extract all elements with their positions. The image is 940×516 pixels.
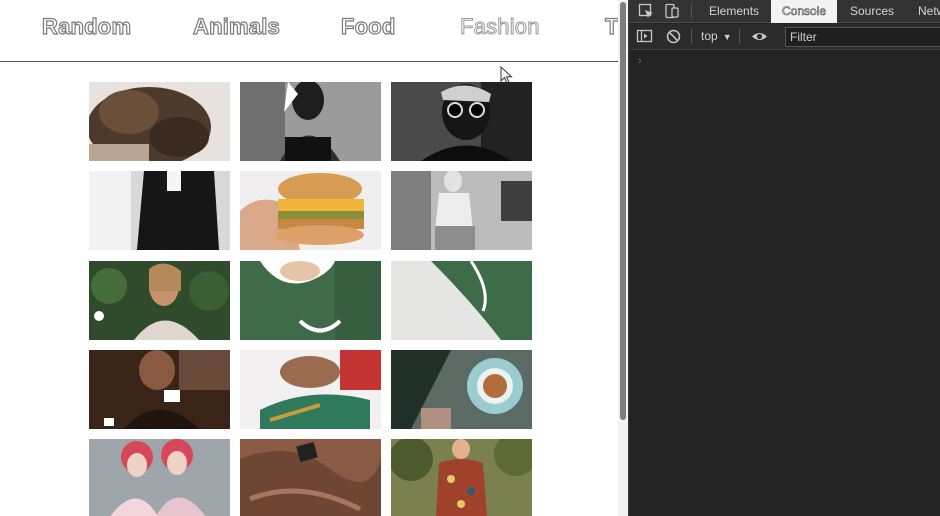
inspect-element-icon[interactable]: [638, 3, 655, 20]
console-sidebar-icon[interactable]: [636, 28, 653, 45]
devtools-tab-bar: Elements Console Sources Netw: [629, 0, 940, 23]
device-toolbar-icon[interactable]: [663, 3, 680, 20]
console-prompt-chevron-icon[interactable]: ›: [638, 55, 642, 67]
page-scrollbar[interactable]: [618, 0, 628, 516]
toolbar-divider: [739, 29, 740, 44]
tab-sources[interactable]: Sources: [839, 0, 905, 23]
gallery-image-green-sweater[interactable]: [240, 261, 381, 340]
clear-console-icon[interactable]: [665, 28, 682, 45]
toolbar-divider: [691, 4, 692, 19]
eye-icon[interactable]: [751, 28, 768, 45]
console-filter-input[interactable]: [785, 27, 940, 47]
gallery-image-street-fashion[interactable]: [391, 171, 532, 250]
gallery-image-woman-lying-down[interactable]: [240, 350, 381, 429]
scrollbar-thumb[interactable]: [620, 2, 626, 420]
toolbar-divider: [691, 29, 692, 44]
context-selector-label: top: [701, 29, 718, 43]
gallery-image-green-sweater-detail[interactable]: [391, 261, 532, 340]
category-nav: Random Animals Food Fashion Tr: [0, 0, 628, 62]
gallery-image-black-suit[interactable]: [89, 171, 230, 250]
gallery-image-woman-at-cafe[interactable]: [89, 350, 230, 429]
context-selector[interactable]: top ▼: [701, 29, 732, 43]
gallery-image-brown-fabric[interactable]: [240, 439, 381, 516]
gallery-image-man-floral-shirt[interactable]: [391, 439, 532, 516]
page-viewport: Random Animals Food Fashion Tr: [0, 0, 628, 516]
console-toolbar: top ▼: [629, 24, 940, 50]
tab-elements[interactable]: Elements: [698, 0, 770, 23]
nav-item-food[interactable]: Food: [340, 13, 396, 40]
gallery-image-sunglasses-bw[interactable]: [391, 82, 532, 161]
nav-item-fashion[interactable]: Fashion: [460, 14, 540, 40]
devtools-panel: Elements Console Sources Netw top ▼ ›: [628, 0, 940, 516]
gallery-image-coffee-cup[interactable]: [391, 350, 532, 429]
gallery-image-burger[interactable]: [240, 171, 381, 250]
gallery-image-woman-with-plants[interactable]: [89, 261, 230, 340]
gallery-image-curly-hair[interactable]: [89, 82, 230, 161]
nav-item-animals[interactable]: Animals: [192, 13, 280, 40]
chevron-down-icon: ▼: [722, 32, 732, 42]
tab-network[interactable]: Netw: [907, 0, 940, 23]
gallery-image-pink-hair-duo[interactable]: [89, 439, 230, 516]
gallery-image-portrait-bw[interactable]: [240, 82, 381, 161]
nav-item-random[interactable]: Random: [41, 13, 131, 40]
tab-console[interactable]: Console: [771, 0, 838, 23]
